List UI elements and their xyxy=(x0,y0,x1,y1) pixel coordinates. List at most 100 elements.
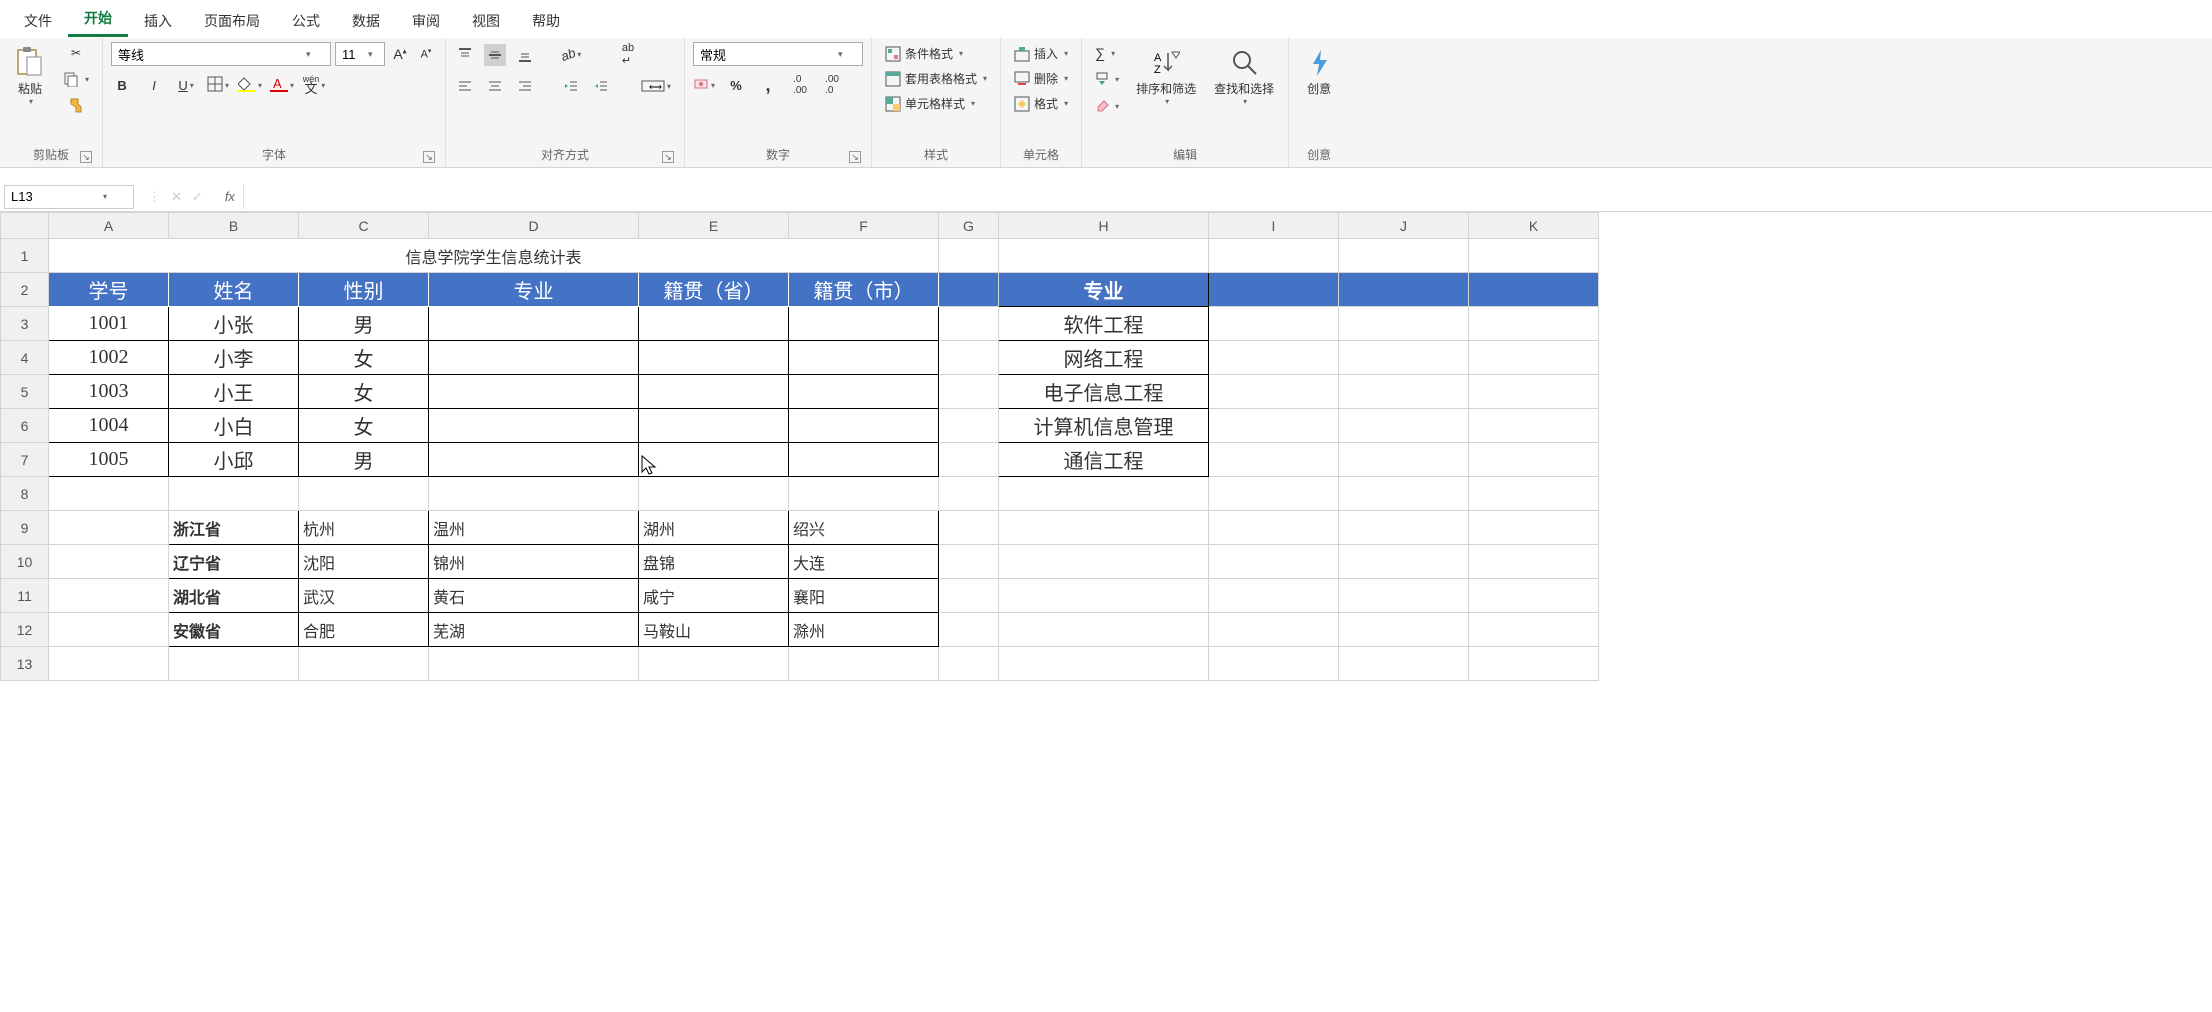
dialog-launcher-icon[interactable]: ↘ xyxy=(80,151,92,163)
cell[interactable]: 咸宁 xyxy=(639,579,789,613)
cell[interactable] xyxy=(939,341,999,375)
cell[interactable] xyxy=(939,239,999,273)
cell[interactable]: 武汉 xyxy=(299,579,429,613)
font-size-input[interactable] xyxy=(336,47,364,62)
clear-button[interactable]: ▾ xyxy=(1090,95,1124,118)
row-header-1[interactable]: 1 xyxy=(1,239,49,273)
cell[interactable] xyxy=(639,409,789,443)
format-cells-button[interactable]: 格式▾ xyxy=(1009,92,1073,115)
cell[interactable] xyxy=(49,613,169,647)
cell[interactable] xyxy=(999,477,1209,511)
number-format-combo[interactable]: ▾ xyxy=(693,42,863,66)
table-format-button[interactable]: 套用表格格式▾ xyxy=(880,67,992,90)
cell[interactable]: 男 xyxy=(299,443,429,477)
col-header-G[interactable]: G xyxy=(939,213,999,239)
cell[interactable]: 芜湖 xyxy=(429,613,639,647)
cell[interactable] xyxy=(1469,545,1599,579)
row-header-11[interactable]: 11 xyxy=(1,579,49,613)
cell[interactable] xyxy=(1209,341,1339,375)
cell[interactable]: 籍贯（市） xyxy=(789,273,939,307)
cell[interactable] xyxy=(169,647,299,681)
cell[interactable] xyxy=(49,579,169,613)
cell[interactable] xyxy=(1469,613,1599,647)
cell[interactable]: 女 xyxy=(299,409,429,443)
cell[interactable] xyxy=(1469,409,1599,443)
cell[interactable] xyxy=(939,613,999,647)
chevron-down-icon[interactable]: ▾ xyxy=(302,49,315,60)
orientation-button[interactable]: ab▾ xyxy=(560,44,582,66)
align-right-button[interactable] xyxy=(514,75,536,97)
cell[interactable] xyxy=(1209,511,1339,545)
align-bottom-button[interactable] xyxy=(514,44,536,66)
cell[interactable] xyxy=(169,477,299,511)
cell[interactable]: 男 xyxy=(299,307,429,341)
cell[interactable] xyxy=(1339,579,1469,613)
percent-button[interactable]: % xyxy=(725,74,747,96)
cell[interactable] xyxy=(1209,477,1339,511)
cell[interactable] xyxy=(299,647,429,681)
font-size-combo[interactable]: ▾ xyxy=(335,42,385,66)
row-header-2[interactable]: 2 xyxy=(1,273,49,307)
cell[interactable] xyxy=(939,647,999,681)
cell[interactable] xyxy=(939,477,999,511)
cell[interactable]: 马鞍山 xyxy=(639,613,789,647)
col-header-K[interactable]: K xyxy=(1469,213,1599,239)
dialog-launcher-icon[interactable]: ↘ xyxy=(423,151,435,163)
cell[interactable] xyxy=(1209,579,1339,613)
cell[interactable]: 滁州 xyxy=(789,613,939,647)
col-header-E[interactable]: E xyxy=(639,213,789,239)
cell[interactable]: 学号 xyxy=(49,273,169,307)
col-header-C[interactable]: C xyxy=(299,213,429,239)
menubar-item-6[interactable]: 审阅 xyxy=(396,3,456,37)
cell[interactable] xyxy=(789,307,939,341)
cell[interactable]: 杭州 xyxy=(299,511,429,545)
cell[interactable]: 1005 xyxy=(49,443,169,477)
cell[interactable] xyxy=(939,443,999,477)
cell[interactable] xyxy=(939,545,999,579)
delete-cells-button[interactable]: 删除▾ xyxy=(1009,67,1073,90)
cell[interactable]: 小白 xyxy=(169,409,299,443)
number-format-input[interactable] xyxy=(694,47,834,62)
cell[interactable]: 网络工程 xyxy=(999,341,1209,375)
cell[interactable] xyxy=(49,477,169,511)
autosum-button[interactable]: ∑▾ xyxy=(1090,42,1120,64)
cell[interactable]: 安徽省 xyxy=(169,613,299,647)
row-header-10[interactable]: 10 xyxy=(1,545,49,579)
cell[interactable] xyxy=(1339,647,1469,681)
cell[interactable] xyxy=(429,409,639,443)
cell[interactable]: 计算机信息管理 xyxy=(999,409,1209,443)
ideas-button[interactable]: 创意 xyxy=(1297,42,1341,101)
cell[interactable] xyxy=(49,647,169,681)
cell[interactable] xyxy=(639,443,789,477)
cell[interactable]: 姓名 xyxy=(169,273,299,307)
cell[interactable] xyxy=(1339,341,1469,375)
cell[interactable] xyxy=(1339,239,1469,273)
cell[interactable] xyxy=(639,341,789,375)
menubar-item-8[interactable]: 帮助 xyxy=(516,3,576,37)
cell[interactable] xyxy=(999,239,1209,273)
cell[interactable] xyxy=(789,647,939,681)
row-header-9[interactable]: 9 xyxy=(1,511,49,545)
cell[interactable] xyxy=(1469,477,1599,511)
cell[interactable] xyxy=(429,477,639,511)
cell[interactable]: 小邱 xyxy=(169,443,299,477)
cell[interactable] xyxy=(1469,239,1599,273)
cell[interactable]: 盘锦 xyxy=(639,545,789,579)
row-header-12[interactable]: 12 xyxy=(1,613,49,647)
bold-button[interactable]: B xyxy=(111,74,133,96)
cell[interactable] xyxy=(1469,579,1599,613)
fx-icon[interactable]: fx xyxy=(217,189,243,204)
cell[interactable]: 浙江省 xyxy=(169,511,299,545)
cell[interactable] xyxy=(1209,443,1339,477)
cell[interactable]: 软件工程 xyxy=(999,307,1209,341)
font-name-combo[interactable]: ▾ xyxy=(111,42,331,66)
cell[interactable] xyxy=(1469,273,1599,307)
cell[interactable] xyxy=(789,477,939,511)
cell[interactable] xyxy=(1339,273,1469,307)
menubar-item-3[interactable]: 页面布局 xyxy=(188,3,276,37)
cell[interactable] xyxy=(1209,409,1339,443)
wrap-text-button[interactable]: ab↵ xyxy=(606,42,650,67)
copy-button[interactable]: ▾ xyxy=(58,68,94,90)
cell[interactable] xyxy=(639,375,789,409)
chevron-down-icon[interactable]: ▾ xyxy=(364,49,377,60)
